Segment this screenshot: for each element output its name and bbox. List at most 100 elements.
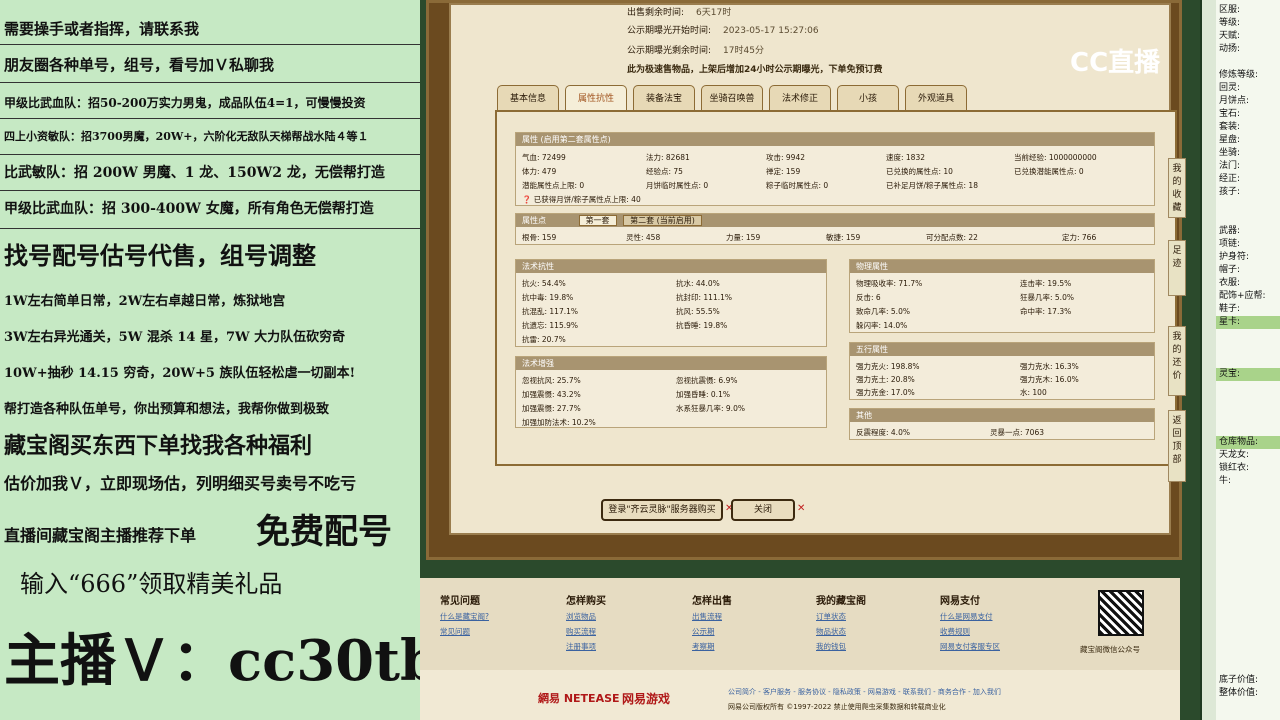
promo-contact: 主播Ｖ：cc30tbh: [4, 628, 480, 694]
footer-link[interactable]: 注册事项: [566, 641, 606, 652]
attr-cell: 月饼临时属性点: 0: [646, 181, 709, 190]
attr-cell: 气血: 72499: [522, 153, 566, 162]
footer-link[interactable]: 收费规则: [940, 626, 1000, 637]
tab-point-set-2[interactable]: 第二套 (当前启用): [623, 215, 702, 226]
side-tab-favorites[interactable]: 我的收藏: [1168, 158, 1186, 218]
points-section: 属性点 第一套 第二套 (当前启用) 根骨: 159 灵性: 458 力量: 1…: [515, 213, 1155, 245]
summary-row: 经正:: [1219, 174, 1241, 184]
phys-cell: 躲闪率: 14.0%: [856, 321, 908, 330]
divider: [0, 118, 420, 119]
close-button[interactable]: 关闭: [731, 499, 795, 521]
item-detail-dialog: 出售剩余时间: 6天17时 公示期曝光开始时间: 2023-05-17 15:27:…: [449, 3, 1177, 535]
qr-caption: 藏宝阁微信公众号: [1080, 645, 1140, 654]
promo-line: 10W+抽秒 14.15 穷奇，20W+5 族队伍轻松虐一切副本!: [4, 366, 356, 381]
footer-link[interactable]: 出售流程: [692, 611, 732, 622]
footer-heading: 网易支付: [940, 596, 980, 607]
boost-cell: 加强震慑: 27.7%: [522, 404, 581, 413]
points-title: 属性点: [522, 216, 546, 225]
summary-row: 灵宝:: [1216, 368, 1280, 381]
section-header: 其他: [850, 409, 1154, 422]
boost-cell: 加强昏睡: 0.1%: [676, 390, 730, 399]
attr-cell: 已兑换潜能属性点: 0: [1014, 167, 1084, 176]
footer-link[interactable]: 什么是网易支付: [940, 611, 1000, 622]
publicity-remain: 公示期曝光剩余时间: 17时45分: [627, 43, 764, 56]
section-header: 五行属性: [850, 343, 1154, 356]
promo-line: 3W左右异光通关，5W 混杀 14 星，7W 大力队伍砍穷奇: [4, 330, 346, 345]
phys-cell: 连击率: 19.5%: [1020, 279, 1072, 288]
promo-highlight: 免费配号: [256, 512, 392, 552]
login-buy-button[interactable]: 登录"齐云灵脉"服务器购买: [601, 499, 723, 521]
divider: [0, 190, 420, 191]
attr-cell: 体力: 479: [522, 167, 557, 176]
footer-link[interactable]: 考察期: [692, 641, 732, 652]
summary-row: 星盘:: [1219, 135, 1241, 145]
attr-cell: 禅定: 159: [766, 167, 801, 176]
attr-extra-text: 已获得月饼/粽子属性点上限: 40: [533, 195, 641, 204]
sale-remain-label: 出售剩余时间:: [627, 8, 685, 18]
footer-link[interactable]: 浏览物品: [566, 611, 606, 622]
summary-row: 锁红衣:: [1219, 463, 1250, 473]
summary-row: 护身符:: [1219, 252, 1250, 262]
sale-remain-value: 6天17时: [696, 8, 732, 18]
footer-link[interactable]: 常见问题: [440, 626, 489, 637]
boost-cell: 忽视抗风: 25.7%: [522, 376, 581, 385]
attr-cell: 攻击: 9942: [766, 153, 805, 162]
res-cell: 抗水: 44.0%: [676, 279, 720, 288]
summary-row: 月饼点:: [1219, 96, 1250, 106]
footer-heading: 怎样购买: [566, 596, 606, 607]
footer-link[interactable]: 网易支付客服专区: [940, 641, 1000, 652]
tab-basic-info[interactable]: 基本信息: [497, 85, 559, 111]
netease-logo: 網易 NETEASE: [538, 692, 620, 705]
attr-cell: 当前经验: 1000000000: [1014, 153, 1097, 162]
footer-link[interactable]: 物品状态: [816, 626, 866, 637]
summary-row: 帽子:: [1219, 265, 1241, 275]
side-tab-counter-offer[interactable]: 我的还价: [1168, 326, 1186, 396]
tab-attributes[interactable]: 属性抗性: [565, 85, 627, 111]
promo-line: 甲级比武血队：招 300-400W 女魔，所有角色无偿帮打造: [4, 201, 374, 217]
summary-row: 区服:: [1219, 5, 1241, 15]
boost-cell: 加强震慑: 43.2%: [522, 390, 581, 399]
summary-row: 星卡:: [1216, 316, 1280, 329]
tab-appearance[interactable]: 外观道具: [905, 85, 967, 111]
phys-cell: 物理吸收率: 71.7%: [856, 279, 923, 288]
footer-link[interactable]: 什么是藏宝阁?: [440, 611, 489, 622]
summary-row: 底子价值:: [1219, 675, 1259, 685]
tab-mounts-pets[interactable]: 坐骑召唤兽: [701, 85, 763, 111]
divider: [0, 82, 420, 83]
boost-cell: 加强加防法术: 10.2%: [522, 418, 596, 427]
close-x-icon[interactable]: ✕: [797, 503, 805, 514]
summary-row: 动扬:: [1219, 44, 1241, 54]
tab-equipment[interactable]: 装备法宝: [633, 85, 695, 111]
summary-row: 仓库物品:: [1216, 436, 1280, 449]
summary-row: 套装:: [1219, 122, 1241, 132]
tab-children[interactable]: 小孩: [837, 85, 899, 111]
summary-row: 天龙女:: [1219, 450, 1250, 460]
divider: [0, 44, 420, 45]
point-cell: 根骨: 159: [522, 233, 557, 242]
tab-spell-mods[interactable]: 法术修正: [769, 85, 831, 111]
divider: [0, 228, 420, 229]
point-cell: 力量: 159: [726, 233, 761, 242]
tab-point-set-1[interactable]: 第一套: [578, 215, 617, 226]
summary-row: 坐骑:: [1219, 148, 1241, 158]
promo-line: 1W左右简单日常，2W左右卓越日常，炼狱地宫: [4, 294, 286, 309]
footer-link[interactable]: 公示期: [692, 626, 732, 637]
footer-heading: 我的藏宝阁: [816, 596, 866, 607]
footer-link[interactable]: 我的钱包: [816, 641, 866, 652]
footer-link[interactable]: 购买流程: [566, 626, 606, 637]
footer-link[interactable]: 订单状态: [816, 611, 866, 622]
summary-row: 整体价值:: [1219, 688, 1259, 698]
promo-line: 直播间藏宝阁主播推荐下单: [4, 526, 197, 545]
footer-links[interactable]: 公司简介 - 客户服务 - 服务协议 - 隐私政策 - 网易游戏 - 联系我们 …: [728, 687, 1001, 697]
side-tab-back-to-top[interactable]: 返回顶部: [1168, 410, 1186, 482]
attr-cell: 已补足月饼/粽子属性点: 18: [886, 181, 978, 190]
promo-heading: 藏宝阁买东西下单找我各种福利: [4, 433, 313, 459]
promo-panel: 需要操手或者指挥，请联系我 朋友圈各种单号，组号，看号加Ｖ私聊我 甲级比武血队：…: [0, 0, 480, 720]
publicity-remain-value: 17时45分: [723, 46, 764, 56]
side-tab-footprint[interactable]: 足迹: [1168, 240, 1186, 296]
other-cell: 灵暴一点: 7063: [990, 428, 1044, 437]
promo-line: 需要操手或者指挥，请联系我: [4, 20, 200, 38]
divider: [0, 154, 420, 155]
help-icon[interactable]: ❓: [522, 195, 531, 204]
five-element-section: 五行属性 强力克火: 198.8% 强力克水: 16.3% 强力克土: 20.8…: [849, 342, 1155, 400]
